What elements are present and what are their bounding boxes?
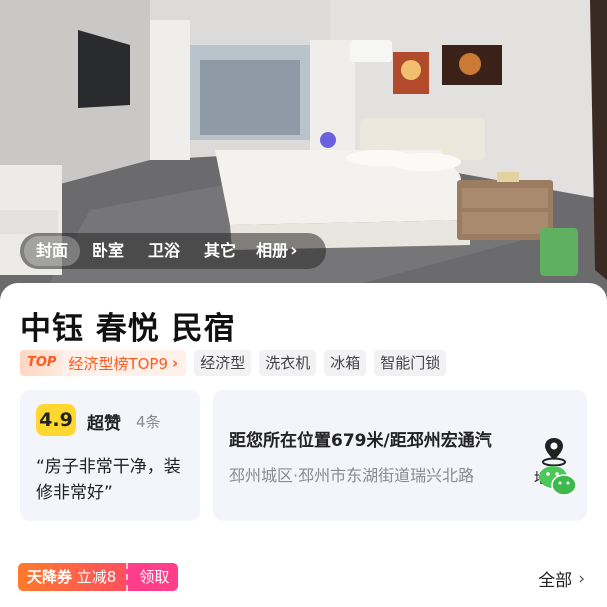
photo-tab-cover[interactable]: 封面 <box>24 236 81 266</box>
chevron-right-icon: › <box>290 240 298 261</box>
map-button[interactable]: 地图 <box>525 420 587 500</box>
wechat-icon[interactable] <box>538 464 578 498</box>
map-pin-icon <box>542 438 566 466</box>
ranking-text: 经济型榜TOP9 <box>68 354 169 373</box>
ranking-tag[interactable]: TOP 经济型榜TOP9 › <box>20 350 187 376</box>
rating-label: 超赞 <box>87 414 121 434</box>
address-text: 邳州城区·邳州市东湖街道瑞兴北路 <box>229 466 475 485</box>
text-fade <box>487 420 527 500</box>
photo-category-tabs: 封面 卧室 卫浴 其它 相册 › <box>20 233 326 269</box>
chevron-right-icon: › <box>172 354 179 372</box>
see-all-label: 全部 <box>538 571 573 591</box>
coupon-name: 天降券 <box>27 568 73 586</box>
hotel-name: 中钰 春悦 民宿 <box>20 311 236 347</box>
rating-score: 4.9 <box>36 404 76 436</box>
review-quote: “房子非常干净，装修非常好” <box>36 457 181 503</box>
distance-text: 距您所在位置679米/距邳州宏通汽 <box>229 431 492 451</box>
tag-fridge: 冰箱 <box>324 350 367 376</box>
review-count: 4条 <box>136 413 161 431</box>
hotel-info-card: 中钰 春悦 民宿 TOP 经济型榜TOP9 › 经济型 洗衣机 冰箱 智能门锁 … <box>0 283 607 607</box>
photo-tab-album[interactable]: 相册 › <box>248 236 299 266</box>
location-card[interactable]: 距您所在位置679米/距邳州宏通汽 邳州城区·邳州市东湖街道瑞兴北路 地图 <box>213 390 587 521</box>
coupon-info: 天降券 立减8 <box>18 563 127 591</box>
tag-smart-lock: 智能门锁 <box>374 350 447 376</box>
top-badge: TOP <box>20 350 63 376</box>
review-summary-card[interactable]: 4.9 超赞 4条 “房子非常干净，装修非常好” <box>20 390 200 521</box>
tag-washing-machine: 洗衣机 <box>259 350 317 376</box>
hotel-photo[interactable]: 封面 卧室 卫浴 其它 相册 › <box>0 0 607 300</box>
coupon-banner[interactable]: 天降券 立减8 领取 <box>18 563 179 591</box>
photo-tab-bathroom[interactable]: 卫浴 <box>136 236 192 266</box>
chevron-right-icon: › <box>578 568 585 589</box>
claim-coupon-button[interactable]: 领取 <box>126 563 179 591</box>
photo-tab-bedroom[interactable]: 卧室 <box>80 236 136 266</box>
see-all-button[interactable]: 全部 › <box>538 566 585 592</box>
photo-tab-other[interactable]: 其它 <box>192 236 248 266</box>
coupon-discount: 立减8 <box>76 568 117 586</box>
album-label: 相册 <box>256 241 289 260</box>
hotel-tags: TOP 经济型榜TOP9 › 经济型 洗衣机 冰箱 智能门锁 <box>20 350 447 376</box>
tag-economy: 经济型 <box>194 350 252 376</box>
